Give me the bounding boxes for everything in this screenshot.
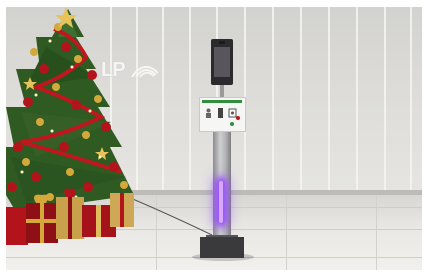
status-dot-green bbox=[230, 122, 234, 126]
kiosk-neck bbox=[220, 85, 224, 97]
kiosk-base bbox=[200, 237, 244, 258]
person-icon bbox=[206, 108, 211, 118]
wall-panel-seam bbox=[328, 7, 330, 195]
wall-panel-seam bbox=[300, 7, 302, 195]
photo-frame: LP bbox=[6, 7, 422, 270]
camera-icon bbox=[219, 41, 225, 44]
kiosk-instruction-sign bbox=[199, 97, 246, 132]
sign-header-bar bbox=[202, 100, 242, 103]
device-icon bbox=[218, 108, 223, 118]
wall-panel-seam bbox=[356, 7, 358, 195]
floor-tile-line bbox=[376, 195, 377, 270]
wall-panel-seam bbox=[162, 7, 164, 195]
wall-panel-seam bbox=[410, 7, 412, 195]
floor-tile-line bbox=[286, 195, 287, 270]
wall-panel-seam bbox=[189, 7, 191, 195]
wall-panel-seam bbox=[272, 7, 274, 195]
kiosk-purple-light-strip bbox=[219, 181, 223, 223]
wall-panel-seam bbox=[384, 7, 386, 195]
status-dot-red bbox=[236, 116, 240, 120]
kiosk-screen bbox=[214, 47, 230, 77]
christmas-tree bbox=[6, 7, 134, 245]
